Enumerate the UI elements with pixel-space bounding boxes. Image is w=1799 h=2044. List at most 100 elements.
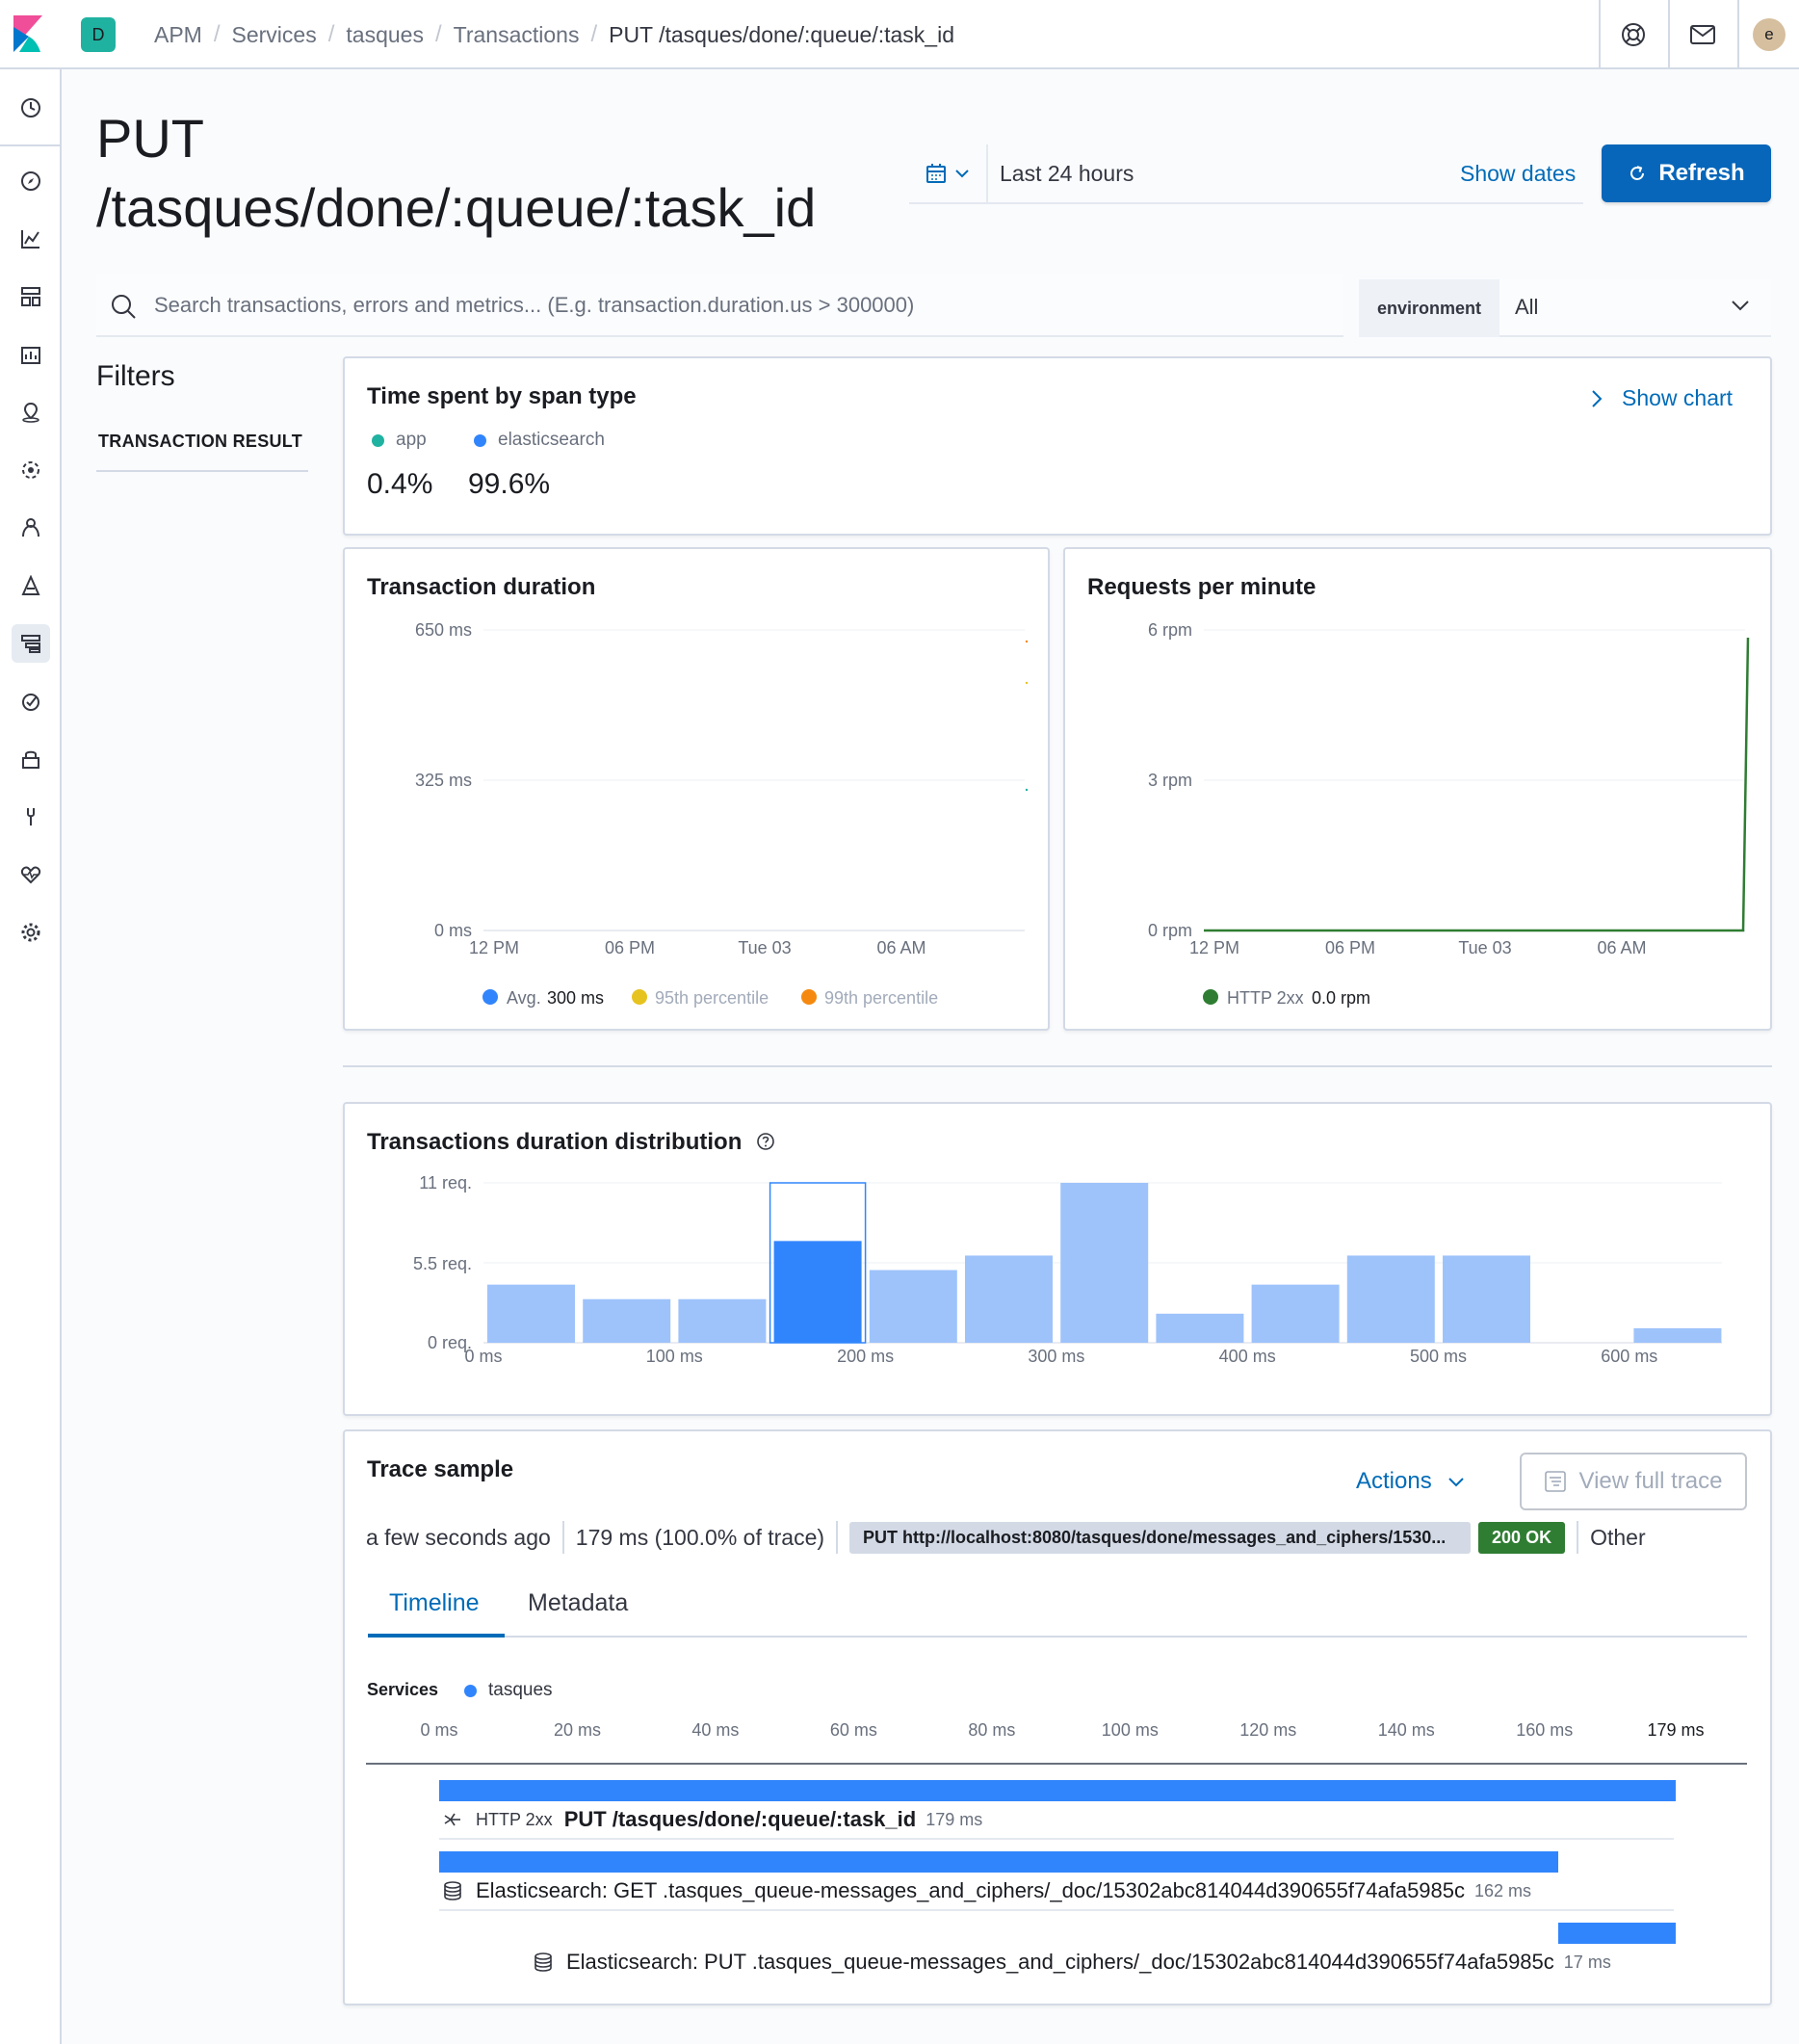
- histogram-bar[interactable]: [1156, 1313, 1244, 1343]
- span-legend-label: elasticsearch: [498, 430, 605, 450]
- requests-per-minute-chart: 6 rpm 3 rpm 0 rpm 12 PM 06 PM Tue 03 06 …: [1148, 620, 1750, 1008]
- recently-viewed-icon[interactable]: [12, 89, 50, 127]
- histogram-bar[interactable]: [773, 1241, 862, 1343]
- user-initial: e: [1764, 25, 1774, 43]
- timeline-tick-label: 20 ms: [553, 1720, 601, 1740]
- filters-heading: Filters: [96, 360, 175, 392]
- series-line-http-2xx: [1204, 637, 1750, 932]
- kuery-search-bar[interactable]: Search transactions, errors and metrics.…: [96, 274, 1343, 337]
- machine-learning-icon[interactable]: [12, 451, 50, 489]
- transaction-duration-chart: 650 ms 325 ms 0 ms 12 PM 06 PM Tue 03 06…: [415, 620, 1029, 1008]
- histogram-bar[interactable]: [583, 1298, 671, 1343]
- stack-monitoring-icon[interactable]: [12, 855, 50, 894]
- status-tag: HTTP 2xx: [476, 1809, 553, 1829]
- transaction-bar[interactable]: [439, 1780, 1676, 1801]
- filter-transaction-result[interactable]: TRANSACTION RESULT: [98, 432, 302, 452]
- space-avatar[interactable]: D: [81, 17, 116, 52]
- legend-dot-avg: [482, 989, 498, 1005]
- breadcrumb-separator: /: [213, 21, 221, 47]
- timeline-axis-labels: 0 ms 20 ms 40 ms 60 ms 80 ms 100 ms 120 ms 140 …: [366, 1720, 1749, 1749]
- help-button[interactable]: [1599, 0, 1666, 69]
- elasticsearch-color-dot: [474, 433, 486, 447]
- actions-button[interactable]: Actions: [1356, 1468, 1465, 1495]
- environment-select[interactable]: environment All: [1359, 279, 1771, 337]
- canvas-icon[interactable]: [12, 335, 50, 374]
- histogram-bar[interactable]: [1346, 1255, 1435, 1343]
- x-tick-label: 600 ms: [1601, 1347, 1657, 1366]
- page-title-path: /tasques/done/:queue/:task_id: [96, 177, 817, 238]
- x-tick-label: 500 ms: [1410, 1347, 1467, 1366]
- trace-category: Other: [1590, 1524, 1646, 1550]
- siem-lock-icon[interactable]: [12, 740, 50, 778]
- app-color-dot: [372, 433, 384, 447]
- metrics-icon[interactable]: [12, 509, 50, 547]
- x-tick-label: 100 ms: [646, 1347, 703, 1366]
- histogram-bar[interactable]: [1251, 1284, 1340, 1343]
- quick-select-button[interactable]: [909, 144, 988, 202]
- search-input[interactable]: Search transactions, errors and metrics.…: [154, 293, 914, 318]
- legend-dot-http-2xx: [1203, 989, 1218, 1005]
- trace-timestamp: a few seconds ago: [366, 1524, 551, 1550]
- breadcrumb-transactions[interactable]: Transactions: [454, 22, 580, 48]
- kibana-logo-icon[interactable]: [13, 15, 42, 52]
- timeline-tick-label: 179 ms: [1647, 1720, 1705, 1740]
- management-gear-icon[interactable]: [12, 913, 50, 952]
- span-duration: 162 ms: [1474, 1880, 1532, 1900]
- timeline-tick-label: 160 ms: [1516, 1720, 1574, 1740]
- breadcrumb-current: PUT /tasques/done/:queue/:task_id: [609, 21, 954, 47]
- show-chart-label: Show chart: [1622, 385, 1734, 410]
- chevron-down-icon: [955, 170, 969, 178]
- histogram-bar[interactable]: [965, 1255, 1053, 1343]
- view-full-trace-button[interactable]: View full trace: [1520, 1453, 1747, 1510]
- environment-value: All: [1515, 295, 1539, 319]
- maps-icon[interactable]: [12, 393, 50, 432]
- refresh-button[interactable]: Refresh: [1602, 144, 1771, 202]
- uptime-icon[interactable]: [12, 682, 50, 721]
- x-tick-label: 12 PM: [469, 938, 519, 957]
- logs-icon[interactable]: [12, 566, 50, 605]
- y-tick-label: 6 rpm: [1148, 620, 1192, 640]
- database-icon: [534, 1952, 552, 1972]
- newsfeed-button[interactable]: [1668, 0, 1735, 69]
- histogram-bar[interactable]: [678, 1298, 767, 1343]
- span-legend-elasticsearch: elasticsearch: [474, 430, 605, 451]
- chevron-right-icon: [1592, 389, 1603, 407]
- visualize-icon[interactable]: [12, 220, 50, 258]
- mail-icon: [1690, 25, 1715, 44]
- service-color-dot: [464, 1684, 477, 1697]
- x-tick-label: 400 ms: [1219, 1347, 1276, 1366]
- lifebuoy-icon: [1622, 23, 1645, 46]
- duration-distribution-chart[interactable]: 11 req. 5.5 req. 0 req. 0 ms 100 ms 200 ms…: [343, 1102, 1772, 1416]
- breadcrumb-services[interactable]: Services: [232, 22, 317, 48]
- dashboard-icon[interactable]: [12, 277, 50, 316]
- dev-tools-icon[interactable]: [12, 798, 50, 836]
- tab-timeline[interactable]: Timeline: [389, 1589, 480, 1617]
- legend-99th: 99th percentile: [824, 988, 938, 1008]
- histogram-bar[interactable]: [487, 1284, 575, 1343]
- apm-icon[interactable]: [12, 624, 50, 663]
- histogram-bar[interactable]: [1633, 1327, 1722, 1343]
- breadcrumb-service[interactable]: tasques: [346, 22, 424, 48]
- discover-icon[interactable]: [12, 162, 50, 200]
- histogram-bar[interactable]: [1060, 1183, 1149, 1343]
- show-dates-button[interactable]: Show dates: [1460, 161, 1576, 187]
- histogram-bar[interactable]: [869, 1270, 957, 1343]
- tab-metadata[interactable]: Metadata: [528, 1589, 628, 1617]
- trace-url-badge: PUT http://localhost:8080/tasques/done/m…: [849, 1521, 1472, 1554]
- breadcrumb-apm[interactable]: APM: [154, 22, 202, 48]
- timeline-tick-label: 60 ms: [829, 1720, 877, 1740]
- user-menu-button[interactable]: e: [1737, 0, 1799, 69]
- span-bar[interactable]: [1558, 1923, 1676, 1944]
- span-row[interactable]: Elasticsearch: PUT .tasques_queue-messag…: [534, 1950, 1611, 1975]
- date-range-text[interactable]: Last 24 hours: [1000, 161, 1134, 187]
- show-chart-button[interactable]: Show chart: [1591, 385, 1733, 411]
- histogram-bar[interactable]: [1443, 1255, 1530, 1343]
- apm-trace-icon: [1544, 1471, 1566, 1492]
- x-tick-label: Tue 03: [738, 938, 791, 957]
- span-bar[interactable]: [439, 1851, 1559, 1873]
- transaction-row[interactable]: HTTP 2xx PUT /tasques/done/:queue/:task_i…: [443, 1807, 982, 1832]
- timeline-tick-label: 140 ms: [1377, 1720, 1435, 1740]
- span-row[interactable]: Elasticsearch: GET .tasques_queue-messag…: [443, 1878, 1531, 1903]
- legend-http-2xx-value: 0.0 rpm: [1312, 988, 1370, 1008]
- x-tick-label: 12 PM: [1189, 938, 1239, 957]
